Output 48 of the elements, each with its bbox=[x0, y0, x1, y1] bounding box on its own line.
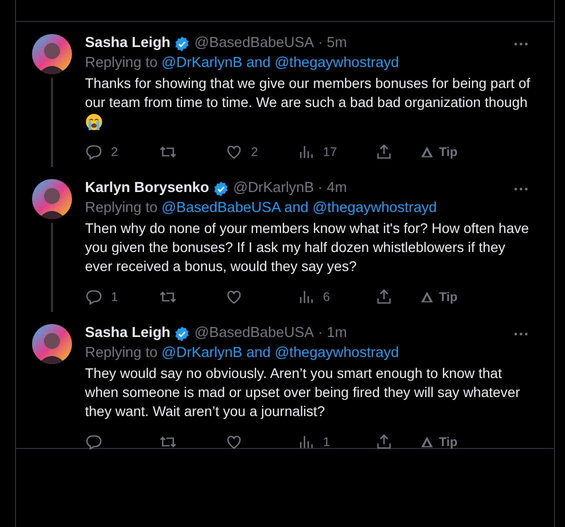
heart-icon[interactable] bbox=[225, 143, 243, 161]
tip-button[interactable]: Tip bbox=[420, 435, 458, 449]
author-handle[interactable]: @DrKarlynB bbox=[233, 179, 314, 198]
tweet-text: Then why do none of your members know what it's for? How often have you given the bonuses? If I ask my half dozen whistleblowers if they ever received a bonus, would they say yes? bbox=[85, 219, 530, 276]
more-icon[interactable] bbox=[514, 42, 528, 46]
replying-to-link[interactable]: @BasedBabeUSA and @thegaywhostrayd bbox=[162, 198, 437, 218]
timestamp[interactable]: · 4m bbox=[318, 179, 347, 198]
reply-count: 2 bbox=[111, 145, 118, 159]
views-icon[interactable] bbox=[297, 433, 315, 451]
views-icon[interactable] bbox=[297, 143, 315, 161]
replying-label: Replying to bbox=[85, 344, 158, 363]
timestamp[interactable]: · 1m bbox=[318, 324, 347, 343]
replying-to-link[interactable]: @DrKarlynB and @thegaywhostrayd bbox=[162, 343, 399, 363]
author-name[interactable]: Sasha Leigh bbox=[85, 34, 170, 53]
like-count: 2 bbox=[251, 145, 258, 159]
reply-count: 1 bbox=[111, 290, 118, 304]
share-icon[interactable] bbox=[375, 143, 393, 161]
view-count: 6 bbox=[323, 290, 330, 304]
reply-icon[interactable] bbox=[85, 288, 103, 306]
triangle-icon bbox=[420, 290, 434, 304]
tip-button[interactable]: Tip bbox=[420, 145, 458, 159]
author-name[interactable]: Karlyn Borysenko bbox=[85, 179, 210, 198]
share-icon[interactable] bbox=[375, 288, 393, 306]
views-icon[interactable] bbox=[297, 288, 315, 306]
tip-button[interactable]: Tip bbox=[420, 290, 458, 304]
reply-icon[interactable] bbox=[85, 433, 103, 451]
avatar-icon[interactable] bbox=[32, 324, 72, 364]
author-name[interactable]: Sasha Leigh bbox=[85, 324, 170, 343]
author-handle[interactable]: @BasedBabeUSA bbox=[194, 324, 314, 343]
view-count: 1 bbox=[323, 435, 330, 449]
view-count: 17 bbox=[323, 145, 337, 159]
triangle-icon bbox=[420, 435, 434, 449]
tweet-text: They would say no obviously. Aren’t you smart enough to know that when someone is mad or upset over being fired they will say whatever they want. Wait aren’t you a journalist? bbox=[85, 364, 521, 421]
triangle-icon bbox=[420, 145, 434, 159]
tweet-text: Thanks for showing that we give our members bonuses for being part of our team from time to time. We are such a bad bad organization though bbox=[85, 74, 532, 112]
replying-label: Replying to bbox=[85, 54, 158, 73]
timestamp[interactable]: · 5m bbox=[318, 34, 347, 53]
heart-icon[interactable] bbox=[225, 288, 243, 306]
replying-to-link[interactable]: @DrKarlynB and @thegaywhostrayd bbox=[162, 53, 399, 73]
avatar-icon[interactable] bbox=[32, 179, 72, 219]
heart-icon[interactable] bbox=[225, 433, 243, 451]
reply-icon[interactable] bbox=[85, 143, 103, 161]
more-icon[interactable] bbox=[514, 332, 528, 336]
share-icon[interactable] bbox=[375, 433, 393, 451]
avatar-icon[interactable] bbox=[32, 34, 72, 74]
replying-label: Replying to bbox=[85, 199, 158, 218]
author-handle[interactable]: @BasedBabeUSA bbox=[194, 34, 314, 53]
more-icon[interactable] bbox=[514, 186, 528, 190]
